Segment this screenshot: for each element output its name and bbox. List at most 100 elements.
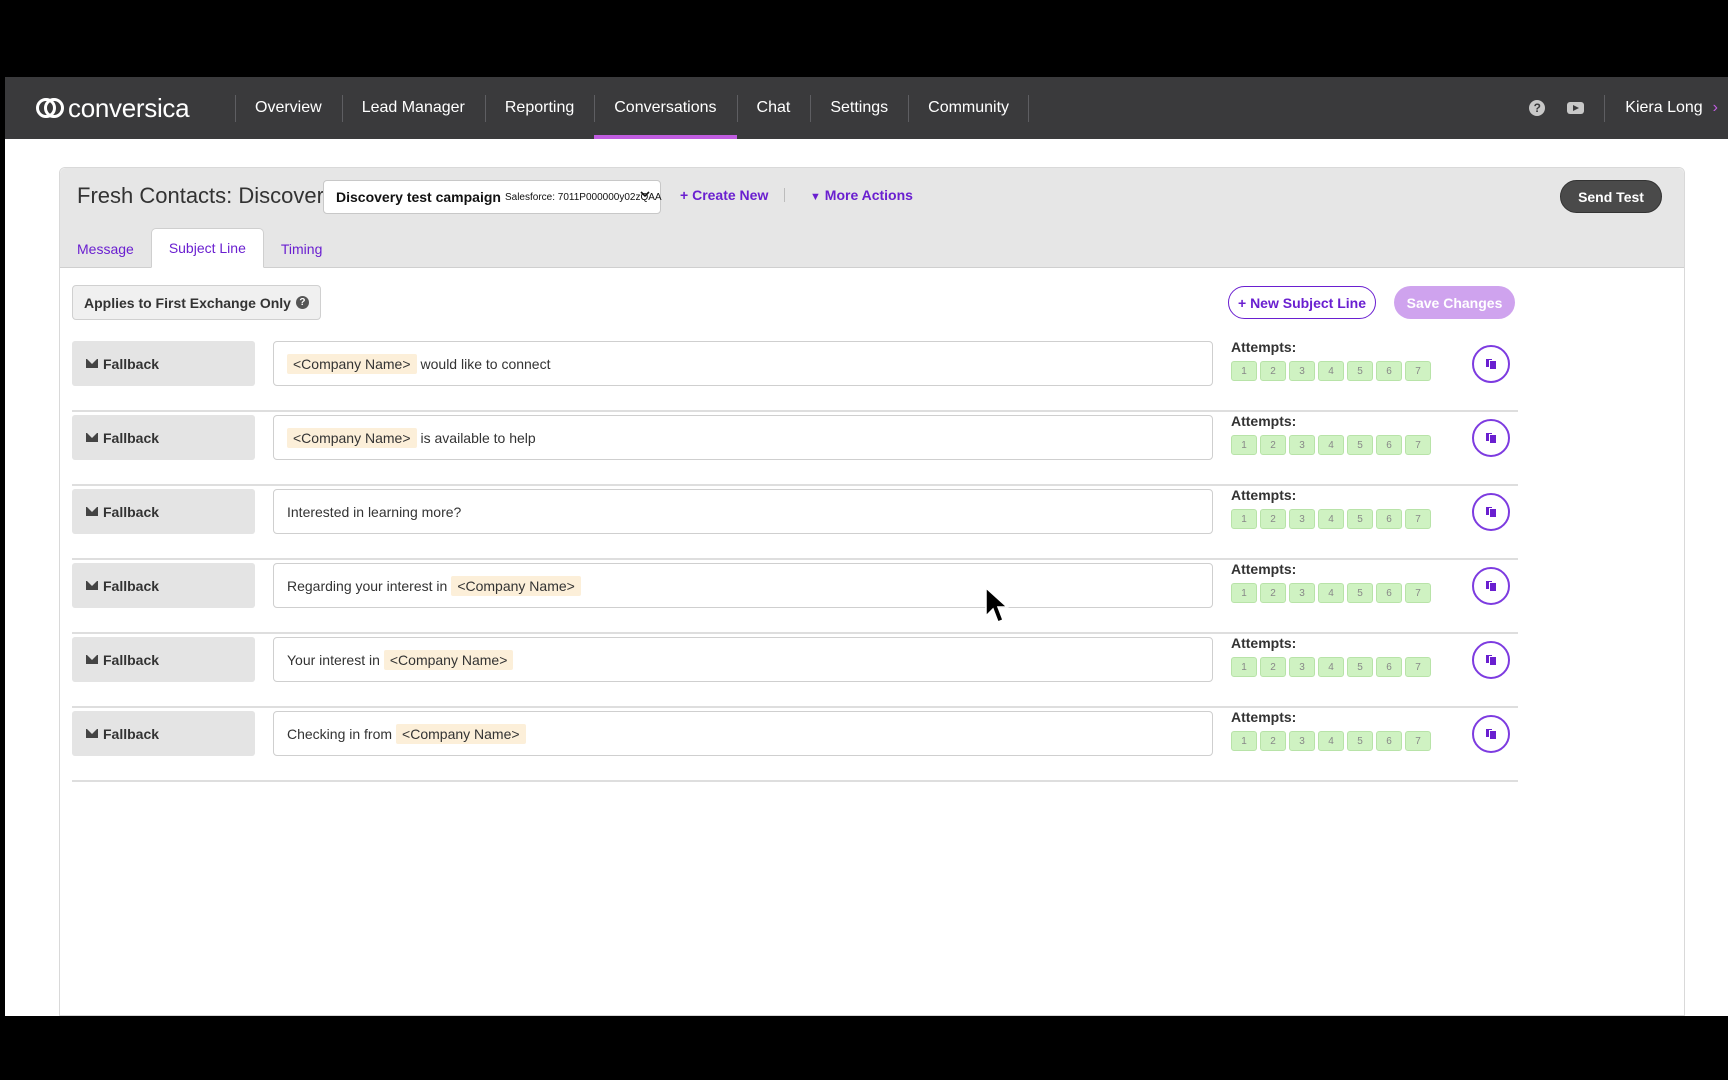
attempt-toggle[interactable]: 5 [1347, 435, 1373, 455]
attempt-toggle[interactable]: 5 [1347, 509, 1373, 529]
new-subject-line-button[interactable]: + New Subject Line [1228, 286, 1376, 319]
nav-chat[interactable]: Chat [736, 77, 811, 139]
save-changes-button[interactable]: Save Changes [1394, 286, 1515, 319]
attempt-toggle[interactable]: 4 [1318, 509, 1344, 529]
attempt-toggle[interactable]: 4 [1318, 731, 1344, 751]
attempt-toggle[interactable]: 2 [1260, 731, 1286, 751]
attempt-toggle[interactable]: 3 [1289, 361, 1315, 381]
copy-button[interactable] [1472, 567, 1510, 605]
send-test-button[interactable]: Send Test [1560, 180, 1662, 213]
attempt-toggle[interactable]: 3 [1289, 583, 1315, 603]
plus-icon: + [680, 187, 689, 203]
attempt-toggle[interactable]: 6 [1376, 435, 1402, 455]
fallback-text: Fallback [103, 503, 160, 520]
subject-line-input[interactable]: Interested in learning more? [273, 489, 1213, 534]
attempt-toggle[interactable]: 1 [1231, 657, 1257, 677]
copy-button[interactable] [1472, 419, 1510, 457]
copy-button[interactable] [1472, 345, 1510, 383]
attempt-toggle[interactable]: 7 [1405, 731, 1431, 751]
subject-line-row: Fallback Regarding your interest in <Compa… [72, 560, 1518, 634]
attempt-toggle[interactable]: 2 [1260, 361, 1286, 381]
attempt-toggle[interactable]: 6 [1376, 657, 1402, 677]
attempt-toggle[interactable]: 6 [1376, 583, 1402, 603]
subject-line-input[interactable]: Checking in from <Company Name> [273, 711, 1213, 756]
user-name[interactable]: Kiera Long [1625, 99, 1702, 117]
nav-community[interactable]: Community [908, 77, 1029, 139]
merge-tag: <Company Name> [287, 427, 417, 448]
question-circle-icon[interactable]: ? [295, 296, 309, 309]
mouse-cursor-icon [985, 586, 1009, 623]
attempt-toggle[interactable]: 2 [1260, 509, 1286, 529]
attempt-toggle[interactable]: 6 [1376, 361, 1402, 381]
attempt-toggle[interactable]: 3 [1289, 509, 1315, 529]
subject-line-list: Fallback <Company Name> would like to conn… [60, 338, 1684, 782]
attempt-toggle[interactable]: 7 [1405, 435, 1431, 455]
attempt-toggle[interactable]: 5 [1347, 731, 1373, 751]
attempt-toggle[interactable]: 2 [1260, 583, 1286, 603]
attempt-toggle[interactable]: 4 [1318, 583, 1344, 603]
attempt-toggle[interactable]: 7 [1405, 583, 1431, 603]
top-right-controls: ? Kiera Long › [1529, 77, 1728, 139]
fallback-label: Fallback [72, 637, 255, 682]
copy-icon [1485, 728, 1497, 740]
attempt-toggle[interactable]: 5 [1347, 361, 1373, 381]
tab-subject-line[interactable]: Subject Line [150, 228, 264, 268]
attempt-toggle[interactable]: 7 [1405, 657, 1431, 677]
attempt-toggle[interactable]: 1 [1231, 435, 1257, 455]
tab-timing[interactable]: Timing [264, 229, 340, 268]
copy-icon [1485, 358, 1497, 370]
attempt-toggle[interactable]: 2 [1260, 435, 1286, 455]
attempt-toggle[interactable]: 4 [1318, 435, 1344, 455]
attempts-label: Attempts: [1231, 561, 1297, 577]
attempt-toggle[interactable]: 6 [1376, 731, 1402, 751]
youtube-icon[interactable] [1567, 102, 1585, 114]
fallback-label: Fallback [72, 489, 255, 534]
attempt-toggle[interactable]: 1 [1231, 361, 1257, 381]
question-circle-icon[interactable]: ? [1529, 100, 1546, 116]
chevron-right-icon[interactable]: › [1713, 99, 1718, 117]
subject-line-input[interactable]: Regarding your interest in <Company Name> [273, 563, 1213, 608]
attempt-toggle[interactable]: 6 [1376, 509, 1402, 529]
nav-lead-manager[interactable]: Lead Manager [341, 77, 485, 139]
subject-line-input[interactable]: Your interest in <Company Name> [273, 637, 1213, 682]
subject-line-input[interactable]: <Company Name> would like to connect [273, 341, 1213, 386]
attempt-toggle[interactable]: 2 [1260, 657, 1286, 677]
nav-overview[interactable]: Overview [235, 77, 342, 139]
copy-button[interactable] [1472, 641, 1510, 679]
copy-button[interactable] [1472, 715, 1510, 753]
campaign-salesforce-id: Salesforce: 7011P000000y02zQAA [504, 191, 662, 203]
attempts-label: Attempts: [1231, 413, 1297, 429]
fallback-text: Fallback [103, 429, 160, 446]
tab-message[interactable]: Message [60, 229, 151, 268]
attempt-toggle[interactable]: 1 [1231, 583, 1257, 603]
attempt-toggle[interactable]: 1 [1231, 509, 1257, 529]
attempt-toggle[interactable]: 3 [1289, 435, 1315, 455]
nav-settings[interactable]: Settings [810, 77, 908, 139]
create-new-link[interactable]: + Create New [680, 187, 768, 203]
attempt-toggle[interactable]: 5 [1347, 657, 1373, 677]
attempts-label: Attempts: [1231, 709, 1297, 725]
envelope-icon [86, 581, 98, 590]
attempt-toggle[interactable]: 3 [1289, 657, 1315, 677]
divider [784, 188, 785, 202]
attempt-toggle[interactable]: 7 [1405, 361, 1431, 381]
conversica-logo[interactable]: conversica [35, 93, 235, 124]
attempt-toggle[interactable]: 5 [1347, 583, 1373, 603]
attempt-toggle[interactable]: 7 [1405, 509, 1431, 529]
attempt-toggle[interactable]: 1 [1231, 731, 1257, 751]
conversica-logo-icon [36, 98, 64, 118]
attempts-group: Attempts: 1 2 3 4 5 6 7 [1231, 635, 1434, 677]
nav-reporting[interactable]: Reporting [484, 77, 594, 139]
subject-text: would like to connect [420, 355, 551, 372]
subject-line-row: Fallback Checking in from <Company Name> At… [72, 708, 1518, 782]
attempt-toggle[interactable]: 3 [1289, 731, 1315, 751]
top-navigation-bar: conversica Overview Lead Manager Reporting… [5, 77, 1728, 139]
copy-button[interactable] [1472, 493, 1510, 531]
more-actions-link[interactable]: ▼ More Actions [810, 187, 913, 203]
nav-conversations[interactable]: Conversations [594, 77, 737, 139]
campaign-select[interactable]: Discovery test campaign Salesforce: 7011… [323, 180, 662, 214]
attempt-toggle[interactable]: 4 [1318, 657, 1344, 677]
fallback-text: Fallback [103, 651, 160, 668]
subject-line-input[interactable]: <Company Name> is available to help [273, 415, 1213, 460]
attempt-toggle[interactable]: 4 [1318, 361, 1344, 381]
